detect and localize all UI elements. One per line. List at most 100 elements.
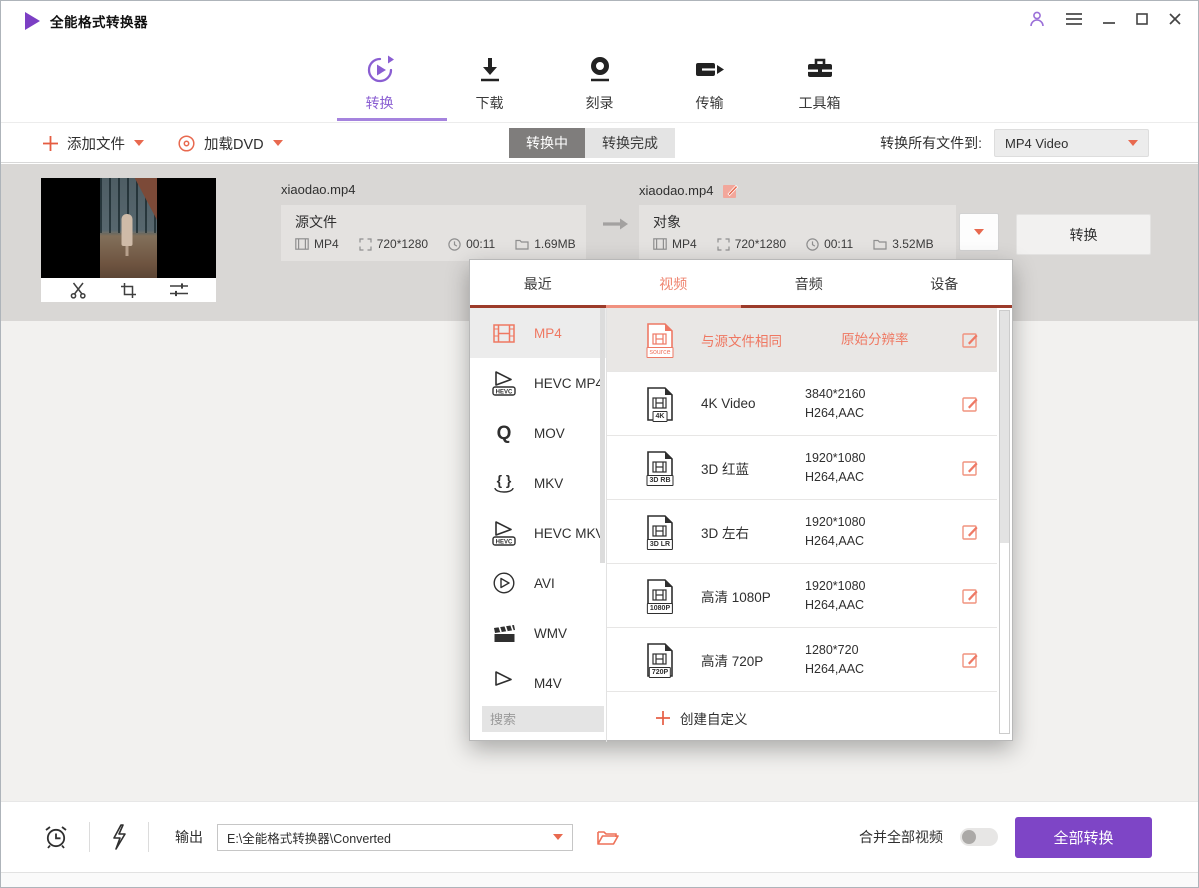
close-icon[interactable]	[1168, 12, 1182, 26]
toolbar-right: 转换所有文件到: MP4 Video	[880, 123, 1149, 163]
source-to-target-arrow-icon	[602, 216, 629, 232]
format-picker-popup: 最近 视频 音频 设备 MP4 HEVC HEVC MP4 Q MOV	[469, 259, 1013, 741]
preset-3d-redblue[interactable]: 3D RB 3D 红蓝 1920*1080H264,AAC	[607, 436, 997, 500]
bottom-left-controls: 输出 E:\全能格式转换器\Converted	[43, 802, 619, 872]
popup-tab-recent[interactable]: 最近	[470, 260, 606, 307]
scrollbar-thumb[interactable]	[600, 308, 605, 563]
user-account-icon[interactable]	[1028, 10, 1046, 28]
target-panel-title: 对象	[653, 212, 942, 232]
format-item-hevc-mp4[interactable]: HEVC HEVC MP4	[470, 358, 606, 408]
target-format-dropdown-button[interactable]	[959, 213, 999, 251]
format-item-mp4[interactable]: MP4	[470, 308, 606, 358]
minimize-icon[interactable]	[1102, 12, 1116, 26]
edit-preset-icon[interactable]	[962, 587, 979, 604]
preset-detail: 1920*1080H264,AAC	[805, 513, 865, 551]
convert-button[interactable]: 转换	[1016, 214, 1151, 255]
main-nav: 转换 下载 刻录 传输 工具箱	[1, 41, 1198, 121]
format-item-hevc-mkv[interactable]: HEVC HEVC MKV	[470, 508, 606, 558]
3d-rb-file-icon: 3D RB	[645, 451, 675, 485]
1080p-file-icon: 1080P	[645, 579, 675, 613]
film-icon	[295, 238, 309, 250]
chevron-down-icon[interactable]	[273, 140, 283, 146]
convert-icon	[364, 54, 396, 86]
resolution-icon	[359, 238, 372, 251]
tab-transfer[interactable]: 传输	[667, 52, 753, 121]
format-list-scrollbar[interactable]	[600, 308, 605, 693]
source-file-name: xiaodao.mp4	[281, 182, 355, 197]
edit-preset-icon[interactable]	[962, 459, 979, 476]
svg-text:HEVC: HEVC	[496, 539, 513, 545]
source-size: 1.69MB	[515, 237, 575, 251]
format-search-input[interactable]	[482, 706, 604, 732]
preset-hd-720p[interactable]: 720P 高清 720P 1280*720H264,AAC	[607, 628, 997, 692]
wmv-clapper-icon	[493, 624, 515, 643]
tab-download-label: 下载	[447, 93, 533, 113]
format-label: HEVC MKV	[534, 526, 605, 541]
tab-converting[interactable]: 转换中	[509, 128, 585, 158]
toolbar-left: 添加文件 加载DVD	[43, 123, 283, 163]
film-icon	[653, 238, 667, 250]
menu-icon[interactable]	[1065, 11, 1083, 27]
crop-icon[interactable]	[120, 282, 137, 299]
preset-badge: 3D LR	[647, 539, 673, 550]
popup-tab-video[interactable]: 视频	[606, 260, 742, 307]
merge-videos-toggle[interactable]	[960, 828, 998, 846]
output-path-value: E:\全能格式转换器\Converted	[227, 828, 391, 847]
preset-same-as-source[interactable]: source 与源文件相同 原始分辨率	[607, 308, 997, 372]
preset-badge: source	[646, 347, 673, 358]
tab-toolbox[interactable]: 工具箱	[777, 52, 863, 121]
bottom-bar: 输出 E:\全能格式转换器\Converted 合并全部视频 全部转换	[1, 801, 1198, 872]
merge-videos-label: 合并全部视频	[859, 827, 943, 847]
preset-3d-leftright[interactable]: 3D LR 3D 左右 1920*1080H264,AAC	[607, 500, 997, 564]
preset-hd-1080p[interactable]: 1080P 高清 1080P 1920*1080H264,AAC	[607, 564, 997, 628]
preset-detail: 1280*720H264,AAC	[805, 641, 864, 679]
create-custom-button[interactable]: 创建自定义	[656, 708, 748, 728]
format-label: WMV	[534, 626, 567, 641]
source-panel-title: 源文件	[295, 212, 572, 232]
add-file-button[interactable]: 添加文件	[43, 133, 144, 154]
svg-text:{ }: { }	[497, 472, 512, 488]
rename-edit-icon[interactable]	[722, 182, 739, 199]
app-title: 全能格式转换器	[50, 11, 148, 31]
chevron-down-icon[interactable]	[134, 140, 144, 146]
format-item-wmv[interactable]: WMV	[470, 608, 606, 658]
preset-name: 高清 1080P	[701, 586, 805, 606]
svg-text:HEVC: HEVC	[496, 389, 513, 395]
tab-burn[interactable]: 刻录	[557, 52, 643, 121]
popup-tab-device[interactable]: 设备	[877, 260, 1013, 307]
popup-tab-audio[interactable]: 音频	[741, 260, 877, 307]
edit-preset-icon[interactable]	[962, 523, 979, 540]
tab-download[interactable]: 下载	[447, 52, 533, 121]
preset-list-scrollbar[interactable]	[999, 310, 1010, 734]
open-folder-icon[interactable]	[597, 829, 619, 846]
edit-preset-icon[interactable]	[962, 395, 979, 412]
format-label: MP4	[534, 326, 562, 341]
high-speed-icon[interactable]	[110, 824, 128, 850]
plus-icon	[43, 136, 58, 151]
format-item-avi[interactable]: AVI	[470, 558, 606, 608]
edit-preset-icon[interactable]	[962, 331, 979, 348]
format-label: MKV	[534, 476, 563, 491]
edit-preset-icon[interactable]	[962, 651, 979, 668]
preset-badge: 3D RB	[646, 475, 673, 486]
load-dvd-button[interactable]: 加载DVD	[178, 133, 283, 154]
maximize-icon[interactable]	[1135, 12, 1149, 26]
trim-scissors-icon[interactable]	[69, 281, 88, 299]
format-item-m4v[interactable]: M4V	[470, 658, 606, 693]
output-path-combobox[interactable]: E:\全能格式转换器\Converted	[217, 824, 573, 851]
preset-detail: 3840*2160H264,AAC	[805, 385, 865, 423]
mkv-braces-icon: { }	[491, 471, 517, 495]
format-item-mov[interactable]: Q MOV	[470, 408, 606, 458]
preset-4k-video[interactable]: 4K 4K Video 3840*2160H264,AAC	[607, 372, 997, 436]
tab-convert[interactable]: 转换	[337, 52, 423, 121]
tab-transfer-label: 传输	[667, 93, 753, 113]
tab-completed[interactable]: 转换完成	[585, 128, 675, 158]
format-item-mkv[interactable]: { } MKV	[470, 458, 606, 508]
scrollbar-thumb[interactable]	[1000, 311, 1009, 543]
schedule-alarm-icon[interactable]	[43, 824, 69, 850]
effects-sliders-icon[interactable]	[169, 282, 189, 298]
video-thumbnail[interactable]	[41, 178, 216, 278]
convert-all-button[interactable]: 全部转换	[1015, 817, 1152, 858]
folder-icon	[515, 238, 529, 250]
global-format-select[interactable]: MP4 Video	[994, 129, 1149, 157]
